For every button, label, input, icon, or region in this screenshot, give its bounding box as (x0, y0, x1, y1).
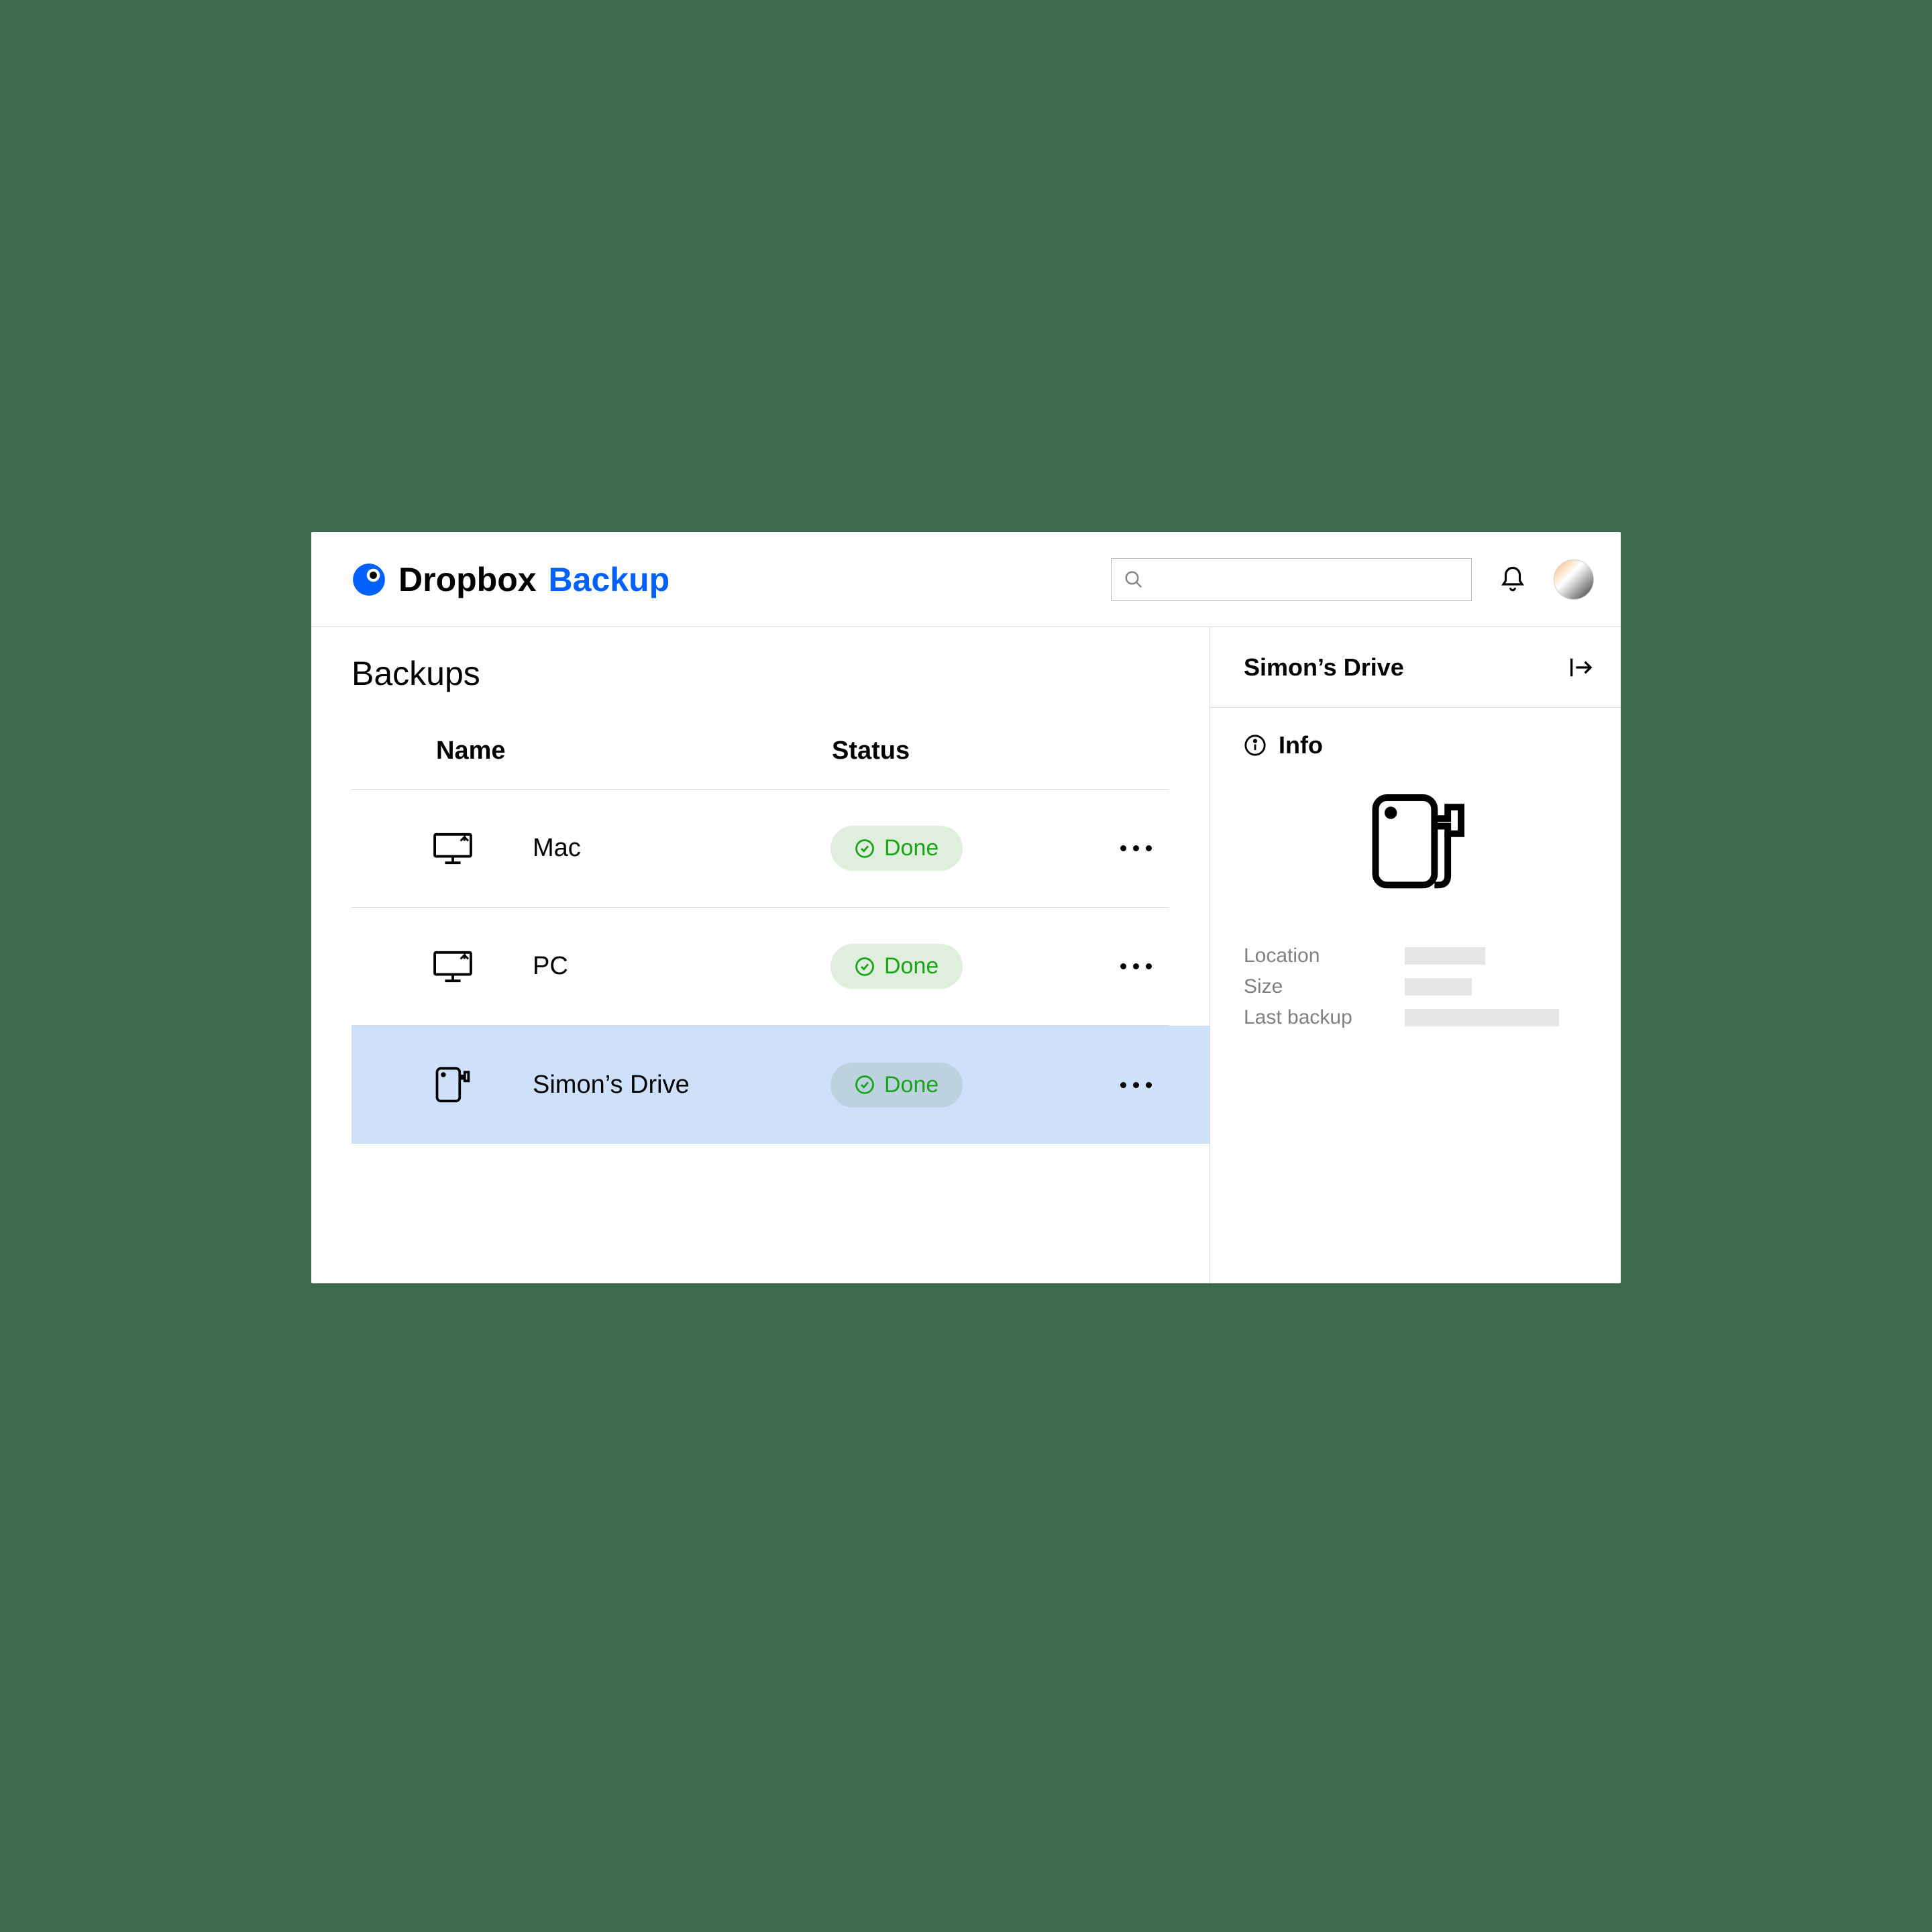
table-row-selected[interactable]: Simon’s Drive Done (352, 1026, 1210, 1144)
external-drive-icon (1244, 759, 1587, 941)
app-window: Dropbox Backup Backups Name (311, 532, 1621, 1283)
avatar[interactable] (1554, 559, 1594, 600)
more-actions-button[interactable] (1102, 845, 1169, 851)
search-icon (1124, 570, 1144, 590)
more-actions-button[interactable] (1102, 1082, 1169, 1088)
details-sidebar: Simon’s Drive Info (1210, 627, 1621, 1283)
field-size: Size (1244, 971, 1587, 1002)
status-label: Done (884, 1072, 938, 1098)
more-actions-button[interactable] (1102, 963, 1169, 969)
status-badge: Done (830, 944, 963, 989)
info-section: Info Location Size (1210, 708, 1621, 1033)
content: Backups Name Status Mac (311, 627, 1621, 1283)
status-label: Done (884, 835, 938, 861)
field-last-backup: Last backup (1244, 1002, 1587, 1033)
dropbox-logo-icon (352, 562, 386, 597)
info-icon (1244, 734, 1267, 757)
titlebar: Dropbox Backup (311, 532, 1621, 627)
check-circle-icon (855, 957, 875, 977)
column-status: Status (832, 737, 1169, 765)
table-row[interactable]: Mac Done (352, 790, 1169, 908)
page-title: Backups (311, 654, 1210, 713)
check-circle-icon (855, 1075, 875, 1095)
external-drive-icon (432, 1065, 533, 1105)
field-label: Size (1244, 975, 1405, 998)
expand-icon[interactable] (1567, 654, 1594, 681)
skeleton-placeholder (1405, 978, 1472, 996)
field-location: Location (1244, 941, 1587, 971)
table-row[interactable]: PC Done (352, 908, 1169, 1026)
bell-icon[interactable] (1499, 566, 1527, 594)
skeleton-placeholder (1405, 1009, 1559, 1026)
field-label: Location (1244, 945, 1405, 967)
skeleton-placeholder (1405, 947, 1485, 965)
brand: Dropbox Backup (352, 560, 669, 599)
status-badge: Done (830, 1063, 963, 1108)
row-name: Mac (533, 834, 830, 863)
main-panel: Backups Name Status Mac (311, 627, 1210, 1283)
info-heading: Info (1279, 731, 1323, 759)
status-badge: Done (830, 826, 963, 871)
row-name: Simon’s Drive (533, 1071, 830, 1099)
sidebar-header: Simon’s Drive (1210, 627, 1621, 708)
desktop-icon (432, 832, 533, 865)
brand-product: Backup (549, 560, 670, 599)
field-label: Last backup (1244, 1006, 1405, 1029)
desktop-icon (432, 950, 533, 983)
brand-name: Dropbox (398, 560, 537, 599)
check-circle-icon (855, 839, 875, 859)
column-name: Name (436, 737, 832, 765)
status-label: Done (884, 953, 938, 979)
row-name: PC (533, 952, 830, 981)
table-header: Name Status (352, 713, 1169, 790)
search-input[interactable] (1111, 558, 1472, 601)
sidebar-title: Simon’s Drive (1244, 653, 1404, 682)
